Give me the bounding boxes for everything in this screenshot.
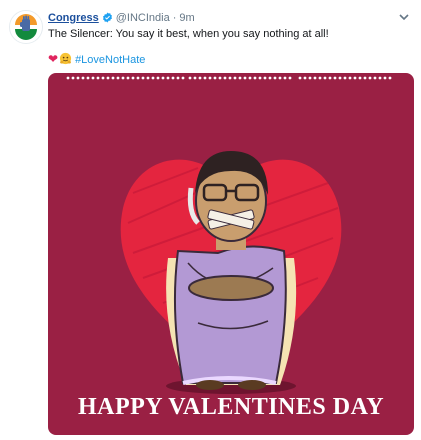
valentine-caption: Happy Valentines Day xyxy=(77,394,385,420)
divider-dot xyxy=(151,76,155,80)
divider-dot xyxy=(223,76,227,80)
divider-dot xyxy=(166,76,170,80)
hashtag-link[interactable]: #LoveNotHate xyxy=(75,54,145,66)
divider-dot xyxy=(328,76,332,80)
divider-dot xyxy=(116,76,120,80)
divider-dot xyxy=(171,76,175,80)
tweet[interactable]: Congress @INCIndia · 9m The Silencer: You s… xyxy=(0,0,421,440)
divider-dot xyxy=(76,76,80,80)
divider-dot xyxy=(308,76,312,80)
divider-dot xyxy=(198,76,202,80)
divider-dot xyxy=(81,76,85,80)
divider-dot xyxy=(383,76,387,80)
divider-dot xyxy=(273,76,277,80)
divider-dot xyxy=(263,76,267,80)
divider-dot xyxy=(193,76,197,80)
congress-logo-icon xyxy=(10,11,42,43)
divider-dot xyxy=(348,76,352,80)
divider-dot xyxy=(131,76,135,80)
divider-dot xyxy=(373,76,377,80)
divider-dot xyxy=(126,76,130,80)
divider-dot xyxy=(248,76,252,80)
tweet-emoji-line: ❤ #LoveNotHate xyxy=(48,52,145,66)
divider-dot xyxy=(213,76,217,80)
divider-dot xyxy=(181,76,185,80)
divider-dot xyxy=(71,76,75,80)
divider-dot xyxy=(363,76,367,80)
divider-dot xyxy=(288,76,292,80)
divider-dot xyxy=(243,76,247,80)
divider-dot xyxy=(106,76,110,80)
divider-dot xyxy=(388,76,392,80)
divider-dot xyxy=(176,76,180,80)
divider-dot xyxy=(278,76,282,80)
verified-badge-icon xyxy=(102,12,113,28)
divider-dot xyxy=(146,76,150,80)
divider-dot xyxy=(188,76,192,80)
divider-dot xyxy=(323,76,327,80)
separator-dot: · xyxy=(172,12,177,24)
divider-dot xyxy=(156,76,160,80)
divider-dot xyxy=(121,76,125,80)
divider-dot xyxy=(91,76,95,80)
divider-dot xyxy=(253,76,257,80)
divider-dot xyxy=(218,76,222,80)
divider-dot xyxy=(141,76,145,80)
avatar[interactable] xyxy=(9,10,43,44)
divider-dot xyxy=(298,76,302,80)
divider-dot xyxy=(343,76,347,80)
chevron-down-icon[interactable] xyxy=(397,10,411,24)
tweet-timestamp[interactable]: 9m xyxy=(179,12,194,24)
divider-dot xyxy=(318,76,322,80)
divider-dot xyxy=(313,76,317,80)
divider-dot xyxy=(86,76,90,80)
tweet-text: The Silencer: You say it best, when you … xyxy=(48,28,329,40)
divider-dot xyxy=(358,76,362,80)
valentine-illustration xyxy=(120,151,342,394)
divider-dot xyxy=(338,76,342,80)
divider-dot xyxy=(208,76,212,80)
divider-dot xyxy=(228,76,232,80)
divider-dot xyxy=(136,76,140,80)
divider-dot xyxy=(283,76,287,80)
divider-dot xyxy=(333,76,337,80)
red-heart-emoji-icon: ❤ xyxy=(48,52,59,66)
dotted-divider xyxy=(66,76,392,80)
divider-dot xyxy=(368,76,372,80)
divider-dot xyxy=(161,76,165,80)
divider-dot xyxy=(258,76,262,80)
divider-dot xyxy=(111,76,115,80)
divider-dot xyxy=(101,76,105,80)
divider-dot xyxy=(66,76,70,80)
divider-dot xyxy=(378,76,382,80)
divider-dot xyxy=(238,76,242,80)
account-name[interactable]: Congress xyxy=(48,12,99,24)
tweet-header: Congress @INCIndia · 9m xyxy=(48,10,195,26)
divider-dot xyxy=(203,76,207,80)
account-handle[interactable]: @INCIndia xyxy=(116,12,170,24)
hugging-face-emoji-icon xyxy=(59,52,72,69)
tweet-media-image[interactable]: Happy Valentines Day xyxy=(48,73,414,435)
divider-dot xyxy=(96,76,100,80)
divider-dot xyxy=(353,76,357,80)
divider-dot xyxy=(303,76,307,80)
divider-dot xyxy=(268,76,272,80)
divider-dot xyxy=(233,76,237,80)
